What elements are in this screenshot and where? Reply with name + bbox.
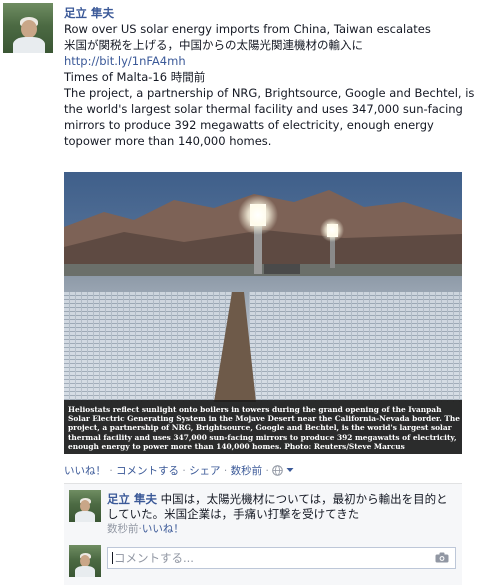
post-link[interactable]: http://bit.ly/1nFA4mh [64,53,484,69]
chevron-down-icon[interactable] [286,466,294,474]
post-body-text: The project, a partnership of NRG, Brigh… [64,86,475,148]
photo-caption: Heliostats reflect sunlight onto boilers… [68,404,460,451]
post-headline: Row over US solar energy imports from Ch… [64,22,431,36]
comment-link[interactable]: コメントする [116,465,179,477]
comment-body: 中国は，太陽光機材については，最初から輸出を目的としていた。米国企業は，手痛い打… [107,492,448,521]
post-content: 足立 隼夫 Row over US solar energy imports f… [64,5,484,149]
comment-placeholder: コメントする... [114,551,194,565]
text-cursor [112,552,113,564]
comment: 足立 隼夫 中国は，太陽光機材については，最初から輸出を目的としていた。米国企業… [107,492,455,537]
post-source: Times of Malta-16 時間前 [64,70,206,84]
comment-timestamp[interactable]: 数秒前 [107,523,139,535]
comment-section: 足立 隼夫 中国は，太陽光機材については，最初から輸出を目的としていた。米国企業… [64,483,462,585]
post-author[interactable]: 足立 隼夫 [64,5,484,21]
author-avatar[interactable] [3,3,53,53]
post-photo[interactable]: Heliostats reflect sunlight onto boilers… [64,172,462,454]
post-action-bar: いいね！ · コメントする · シェア · 数秒前 · [64,463,294,478]
post-timestamp[interactable]: 数秒前 [231,465,263,477]
comment-author[interactable]: 足立 隼夫 [107,492,157,506]
comment-like-link[interactable]: いいね！ [142,523,184,535]
share-link[interactable]: シェア [189,465,221,477]
commenter-avatar[interactable] [69,490,101,522]
viewer-avatar [69,545,101,577]
camera-icon[interactable] [435,552,449,563]
comment-input[interactable]: コメントする... [107,547,456,569]
globe-icon[interactable] [272,465,283,476]
comment-meta: 数秒前·いいね！ [107,523,184,535]
post-headline-ja: 米国が関税を上げる，中国からの太陽光関連機材の輸入に [64,38,363,52]
like-link[interactable]: いいね！ [64,465,106,477]
